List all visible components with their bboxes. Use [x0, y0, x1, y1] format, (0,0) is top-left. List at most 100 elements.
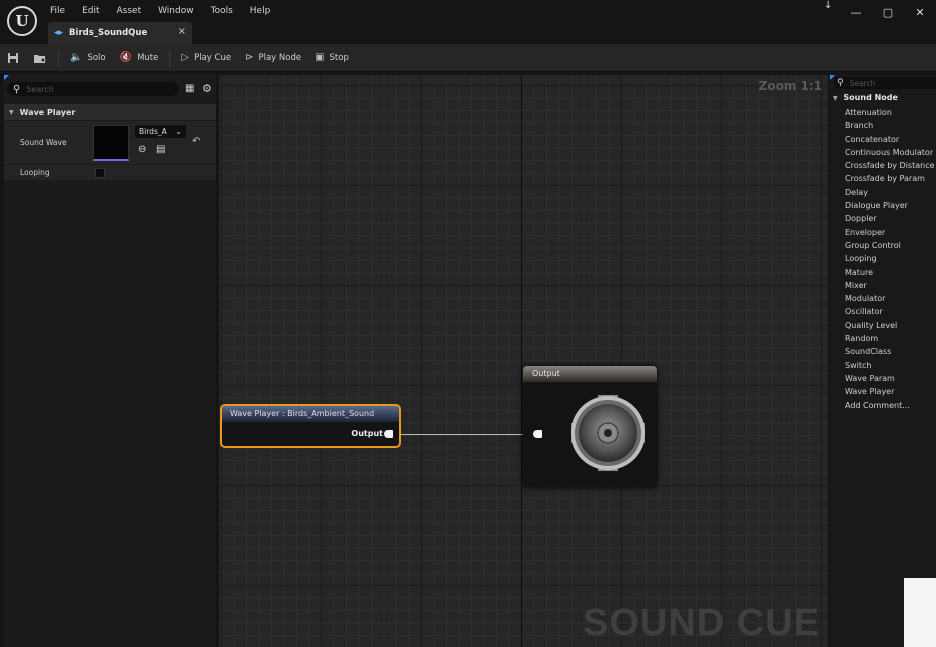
- sound-node-category[interactable]: ▼ Sound Node: [833, 93, 898, 102]
- close-window-button[interactable]: ✕: [904, 4, 936, 22]
- menu-edit[interactable]: Edit: [76, 4, 105, 18]
- palette-item[interactable]: Switch: [845, 359, 935, 372]
- maximize-button[interactable]: ▢: [872, 4, 904, 22]
- palette-item[interactable]: Enveloper: [845, 226, 935, 239]
- palette-item[interactable]: SoundClass: [845, 345, 935, 358]
- graph-watermark: SOUND CUE: [582, 602, 820, 644]
- wave-player-section[interactable]: ▼ Wave Player: [4, 104, 216, 120]
- stop-icon: ▣: [315, 52, 325, 63]
- palette-item[interactable]: Doppler: [845, 212, 935, 225]
- palette-item[interactable]: Attenuation: [845, 106, 935, 119]
- palette-item[interactable]: Random: [845, 332, 935, 345]
- save-button[interactable]: [0, 47, 26, 69]
- document-tab-label: Birds_SoundQue: [69, 28, 148, 38]
- menu-file[interactable]: File: [44, 4, 71, 18]
- minimize-button[interactable]: —: [840, 4, 872, 22]
- tab-close-icon[interactable]: ×: [178, 26, 186, 37]
- palette-item[interactable]: Branch: [845, 119, 935, 132]
- category-label: Sound Node: [843, 93, 898, 102]
- palette-item[interactable]: Continuous Modulator: [845, 146, 935, 159]
- stop-button[interactable]: ▣ Stop: [308, 47, 356, 69]
- menu-tools[interactable]: Tools: [205, 4, 239, 18]
- solo-button[interactable]: 🔈 Solo: [63, 47, 113, 69]
- palette-item[interactable]: Wave Player: [845, 385, 935, 398]
- collapse-arrow-icon: ▼: [833, 95, 838, 102]
- sound-wave-row: Sound Wave Birds_A ⌄ ⊖ ▤ ↶: [4, 121, 216, 165]
- sound-cue-icon: ◂▸: [54, 28, 64, 38]
- zoom-level: Zoom 1:1: [758, 79, 822, 93]
- reset-to-default-icon[interactable]: ↶: [192, 136, 200, 147]
- play-node-button[interactable]: ⊳ Play Node: [238, 47, 308, 69]
- palette-item[interactable]: Oscillator: [845, 305, 935, 318]
- palette-item[interactable]: Mature: [845, 266, 935, 279]
- palette-item[interactable]: Crossfade by Param: [845, 172, 935, 185]
- sound-wave-label: Sound Wave: [20, 138, 67, 147]
- use-selected-icon[interactable]: ⊖: [138, 144, 146, 155]
- palette-item[interactable]: Quality Level: [845, 319, 935, 332]
- overlay-block: [904, 578, 936, 647]
- play-cue-button[interactable]: ▷ Play Cue: [174, 47, 238, 69]
- title-bar: U File Edit Asset Window Tools Help ↓ — …: [0, 0, 936, 44]
- palette-item[interactable]: Modulator: [845, 292, 935, 305]
- section-title: Wave Player: [19, 107, 76, 117]
- details-panel: ⚲ Search ▦ ⚙ ▼ Wave Player Sound Wave Bi…: [4, 75, 216, 647]
- connection-wire[interactable]: [401, 434, 535, 435]
- mute-button[interactable]: 🔇 Mute: [113, 47, 166, 69]
- chevron-down-icon: ⌄: [175, 127, 182, 136]
- collapse-arrow-icon: ▼: [9, 108, 14, 116]
- output-pin[interactable]: [384, 430, 393, 438]
- output-node[interactable]: Output: [523, 366, 657, 487]
- mute-label: Mute: [137, 52, 159, 63]
- graph-editor[interactable]: Zoom 1:1 SOUND CUE Wave Player : Birds_A…: [219, 75, 828, 647]
- browse-asset-icon[interactable]: ▤: [156, 144, 165, 155]
- sound-wave-asset-picker[interactable]: Birds_A ⌄: [135, 125, 186, 138]
- sound-wave-thumbnail[interactable]: [93, 125, 129, 161]
- palette-list: Attenuation Branch Concatenator Continuo…: [845, 106, 935, 412]
- palette-item[interactable]: Dialogue Player: [845, 199, 935, 212]
- play-cue-label: Play Cue: [194, 52, 232, 63]
- details-search-placeholder: Search: [26, 84, 54, 94]
- details-search-input[interactable]: ⚲ Search: [7, 82, 179, 96]
- menu-asset[interactable]: Asset: [111, 4, 148, 18]
- menu-help[interactable]: Help: [244, 4, 277, 18]
- solo-icon: 🔈: [70, 52, 83, 63]
- save-icon: [8, 52, 18, 63]
- palette-item[interactable]: Concatenator: [845, 133, 935, 146]
- palette-item[interactable]: Group Control: [845, 239, 935, 252]
- play-icon: ▷: [181, 52, 190, 63]
- wave-player-node[interactable]: Wave Player : Birds_Ambient_Sound Output: [220, 404, 401, 448]
- browse-icon: [34, 54, 46, 63]
- looping-checkbox[interactable]: [95, 168, 105, 178]
- menu-bar: File Edit Asset Window Tools Help: [44, 4, 281, 18]
- play-node-label: Play Node: [258, 52, 302, 63]
- palette-item[interactable]: Crossfade by Distance: [845, 159, 935, 172]
- wave-player-output-label: Output: [351, 429, 383, 438]
- palette-search-input[interactable]: ⚲ Search: [834, 77, 936, 89]
- browse-button[interactable]: [26, 47, 54, 69]
- palette-item[interactable]: Add Comment...: [845, 399, 935, 412]
- toolbar: 🔈 Solo 🔇 Mute ▷ Play Cue ⊳ Play Node ▣ S…: [0, 44, 936, 72]
- mouse-cursor-icon: ↓: [824, 0, 833, 11]
- document-tab[interactable]: ◂▸ Birds_SoundQue ×: [48, 22, 192, 44]
- input-pin[interactable]: [533, 430, 542, 438]
- toolbar-divider: [169, 48, 171, 67]
- palette-item[interactable]: Looping: [845, 252, 935, 265]
- window-controls: — ▢ ✕: [840, 4, 936, 22]
- palette-item[interactable]: Mixer: [845, 279, 935, 292]
- palette-item[interactable]: Wave Param: [845, 372, 935, 385]
- sound-wave-value: Birds_A: [139, 127, 167, 136]
- gear-icon[interactable]: ⚙: [202, 82, 212, 95]
- mute-icon: 🔇: [119, 52, 133, 63]
- search-icon: ⚲: [13, 83, 21, 95]
- output-node-title: Output: [523, 366, 657, 382]
- stop-label: Stop: [329, 52, 349, 63]
- panel-corner-marker: [4, 75, 9, 80]
- property-matrix-icon[interactable]: ▦: [185, 83, 194, 94]
- solo-label: Solo: [87, 52, 106, 63]
- unreal-logo-icon[interactable]: U: [7, 6, 37, 36]
- graph-origin-line: [521, 75, 522, 647]
- menu-window[interactable]: Window: [152, 4, 200, 18]
- palette-item[interactable]: Delay: [845, 186, 935, 199]
- looping-row: Looping: [4, 165, 216, 181]
- looping-label: Looping: [20, 168, 50, 177]
